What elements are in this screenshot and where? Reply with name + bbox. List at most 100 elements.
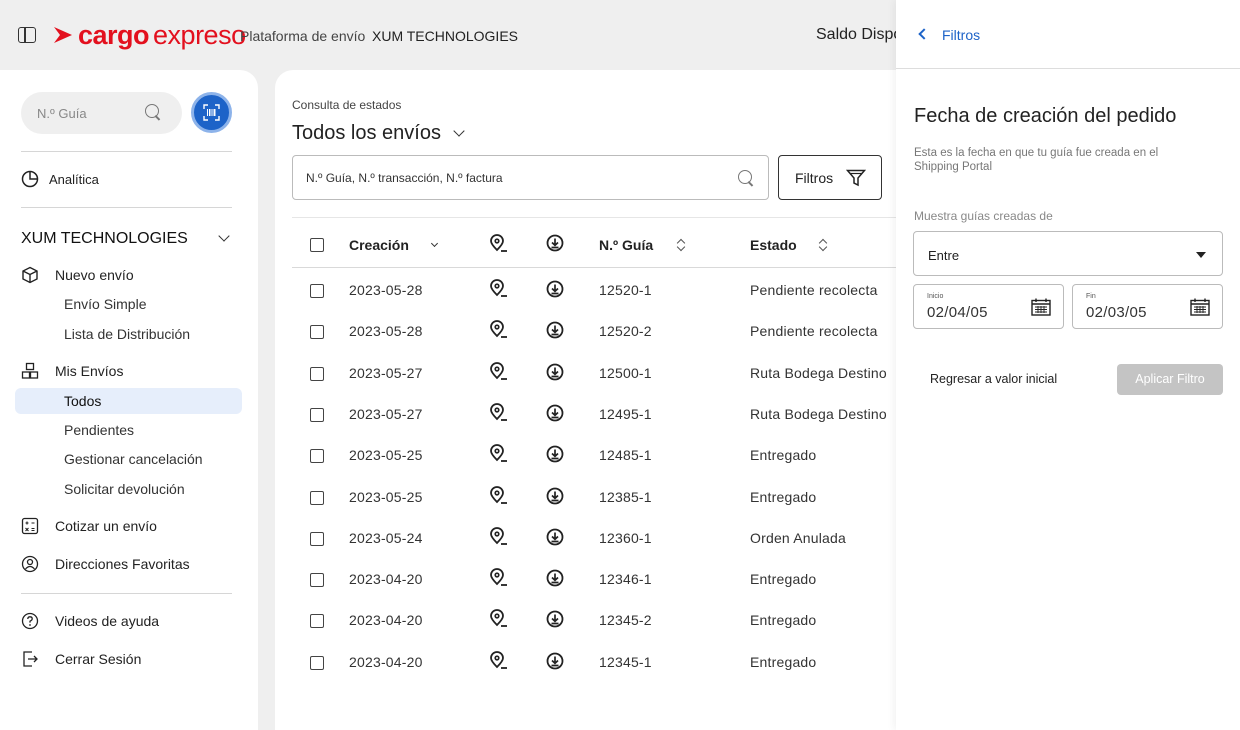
reset-filter-link[interactable]: Regresar a valor inicial [930, 372, 1057, 386]
download-icon[interactable] [546, 652, 564, 675]
nav-cotizar[interactable]: Cotizar un envío [21, 517, 157, 535]
row-guia[interactable]: 12485-1 [599, 447, 652, 463]
row-estado: Orden Anulada [750, 529, 847, 546]
shipment-search-input[interactable]: N.º Guía, N.º transacción, N.º factura [292, 155, 769, 200]
active-highlight [15, 388, 242, 414]
sidebar-item-solicitar-devolucion[interactable]: Solicitar devolución [64, 481, 185, 497]
location-pin-icon[interactable] [489, 361, 509, 387]
location-pin-icon[interactable] [489, 279, 509, 304]
nav-cerrar-sesion[interactable]: Cerrar Sesión [21, 650, 141, 668]
location-pin-icon[interactable] [489, 403, 509, 428]
row-checkbox[interactable] [310, 407, 324, 422]
download-icon[interactable] [546, 280, 564, 303]
location-pin-icon[interactable] [489, 650, 509, 676]
nav-direcciones-label: Direcciones Favoritas [55, 556, 190, 572]
breadcrumb: Consulta de estados [292, 98, 402, 112]
download-icon[interactable] [546, 363, 564, 386]
column-creacion[interactable]: Creación [349, 237, 409, 253]
nav-analytics[interactable]: Analítica [21, 170, 99, 188]
row-guia[interactable]: 12520-1 [599, 282, 652, 298]
nav-videos[interactable]: Videos de ayuda [21, 612, 159, 630]
download-icon [546, 234, 564, 252]
nav-videos-label: Videos de ayuda [55, 613, 160, 629]
row-checkbox[interactable] [310, 614, 324, 629]
location-pin-icon[interactable] [489, 485, 509, 511]
drawer-back-link[interactable]: Filtros [942, 27, 980, 43]
column-estado[interactable]: Estado [750, 237, 797, 253]
row-guia[interactable]: 12345-2 [599, 612, 652, 628]
nav-mis-envios-label: Mis Envíos [55, 363, 124, 379]
chevron-down-icon[interactable] [218, 230, 230, 242]
logo[interactable]: cargo expreso [52, 20, 246, 50]
row-checkbox[interactable] [310, 531, 324, 546]
calculator-icon [21, 517, 39, 535]
sidebar-item-pendientes[interactable]: Pendientes [64, 422, 134, 438]
nav-analytics-label: Analítica [49, 171, 99, 187]
nav-mis-envios[interactable]: Mis Envíos [21, 362, 123, 380]
select-all-checkbox[interactable] [310, 238, 324, 252]
location-pin-icon[interactable] [489, 568, 509, 593]
sidebar-item-todos[interactable]: Todos [64, 393, 101, 409]
chevron-down-icon [453, 124, 465, 137]
row-checkbox[interactable] [310, 325, 324, 340]
calendar-icon[interactable] [1031, 298, 1051, 316]
row-checkbox[interactable] [310, 573, 324, 588]
row-guia[interactable]: 12495-1 [599, 406, 652, 422]
nav-cotizar-label: Cotizar un envío [55, 518, 157, 534]
sidebar-toggle-icon[interactable] [18, 27, 36, 43]
row-guia[interactable]: 12500-1 [599, 365, 652, 381]
download-icon[interactable] [546, 610, 564, 633]
filters-button[interactable]: Filtros [778, 155, 882, 200]
back-chevron-icon[interactable] [918, 28, 930, 40]
platform-label: Plataforma de envío [240, 28, 366, 44]
search-icon[interactable] [738, 170, 754, 186]
sidebar-item-lista-distribucion[interactable]: Lista de Distribución [64, 326, 190, 342]
download-icon[interactable] [546, 445, 564, 468]
row-checkbox[interactable] [310, 449, 324, 464]
location-pin-icon[interactable] [489, 444, 509, 469]
row-checkbox[interactable] [310, 284, 324, 298]
search-icon[interactable] [145, 104, 161, 120]
apply-filter-button[interactable]: Aplicar Filtro [1117, 364, 1223, 395]
row-guia[interactable]: 12345-1 [599, 654, 652, 670]
boxes-icon [21, 362, 39, 380]
sort-icon[interactable] [819, 239, 827, 251]
download-icon[interactable] [546, 404, 564, 427]
start-date-label: Inicio [927, 293, 944, 300]
location-pin-icon [490, 234, 507, 252]
row-checkbox[interactable] [310, 366, 324, 381]
location-pin-icon[interactable] [489, 320, 509, 345]
sidebar-item-gestionar-cancelacion[interactable]: Gestionar cancelación [64, 451, 203, 467]
end-date-field[interactable]: Fin 02/03/05 [1072, 284, 1223, 329]
guide-search-input[interactable]: N.º Guía [21, 92, 182, 134]
barcode-scan-button[interactable] [191, 92, 232, 133]
location-pin-icon[interactable] [489, 609, 509, 634]
row-fecha: 2023-05-25 [349, 447, 423, 464]
calendar-icon[interactable] [1190, 298, 1210, 316]
column-guia[interactable]: N.º Guía [599, 237, 653, 253]
download-icon[interactable] [546, 321, 564, 344]
section-title: Fecha de creación del pedido [914, 105, 1177, 127]
row-fecha: 2023-05-28 [349, 282, 423, 298]
row-checkbox[interactable] [310, 490, 324, 505]
sidebar-item-envio-simple[interactable]: Envío Simple [64, 296, 146, 312]
download-icon[interactable] [546, 487, 564, 510]
start-date-field[interactable]: Inicio 02/04/05 [913, 284, 1064, 329]
location-pin-icon[interactable] [489, 526, 509, 552]
row-guia[interactable]: 12346-1 [599, 571, 652, 587]
company-selector[interactable]: XUM TECHNOLOGIES [21, 230, 188, 248]
row-guia[interactable]: 12520-2 [599, 323, 652, 339]
divider [292, 267, 896, 268]
row-guia[interactable]: 12360-1 [599, 530, 652, 546]
row-checkbox[interactable] [310, 655, 324, 670]
range-select[interactable]: Entre [913, 231, 1223, 276]
view-selector[interactable]: Todos los envíos [292, 122, 465, 145]
divider [21, 593, 232, 594]
sort-down-icon[interactable] [430, 239, 439, 248]
download-icon[interactable] [546, 528, 564, 551]
nav-nuevo-envio[interactable]: Nuevo envío [21, 266, 134, 284]
row-guia[interactable]: 12385-1 [599, 489, 652, 505]
download-icon[interactable] [546, 569, 564, 592]
nav-direcciones[interactable]: Direcciones Favoritas [21, 555, 190, 573]
sort-icon[interactable] [677, 239, 685, 251]
